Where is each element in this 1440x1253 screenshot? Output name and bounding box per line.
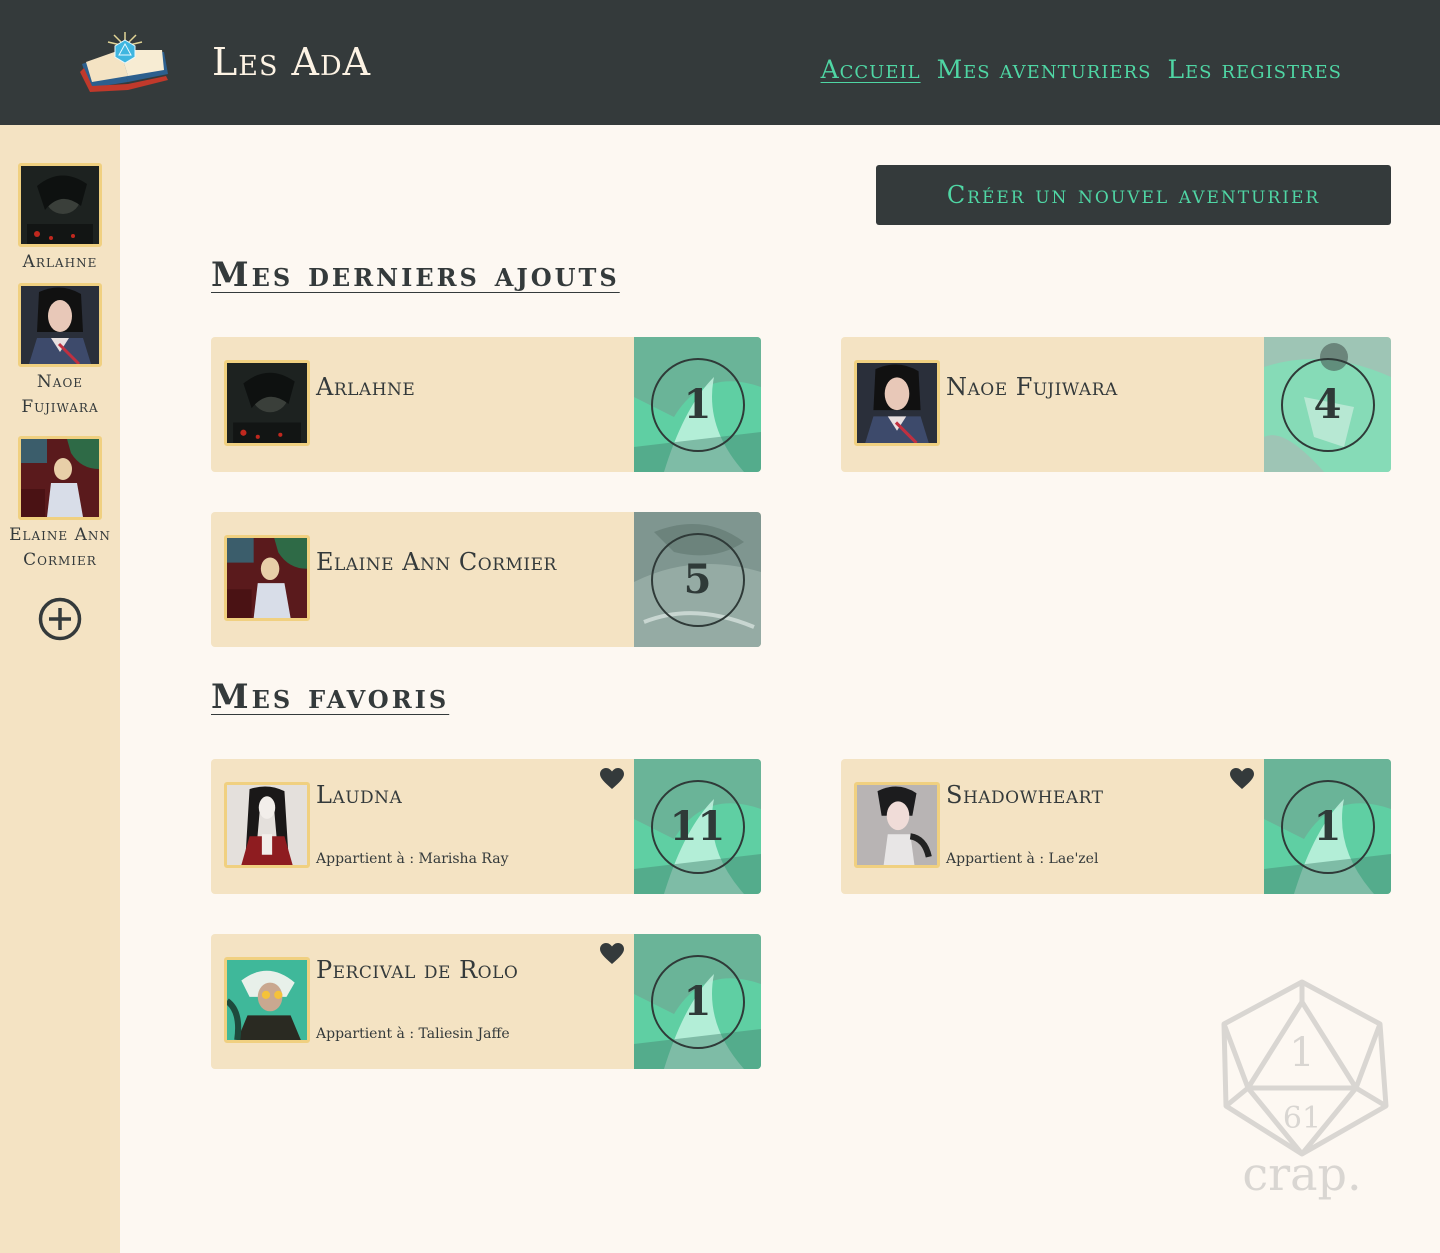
d20-dice-icon: 1 61 crap. [1221, 979, 1389, 1201]
favorites-section-title: Mes favoris [211, 677, 450, 717]
open-book-d20-logo-icon[interactable] [78, 30, 172, 92]
level-number: 4 [1313, 381, 1342, 428]
nav-les-registres[interactable]: Les registres [1167, 55, 1342, 84]
avatar [854, 782, 940, 868]
sidebar-item-naoe-fujiwara[interactable]: Naoe Fujiwara [0, 283, 120, 420]
svg-text:1: 1 [1289, 1030, 1314, 1076]
character-name: Percival de Rolo [316, 956, 519, 984]
sidebar-item-arlahne[interactable]: Arlahne [0, 163, 120, 275]
recent-section-title: Mes derniers ajouts [211, 255, 620, 295]
main-nav: Accueil Mes aventuriers Les registres [821, 55, 1342, 84]
add-character-plus-icon[interactable] [38, 597, 82, 641]
avatar[interactable] [18, 163, 102, 247]
level-number: 1 [683, 381, 712, 428]
character-name: Laudna [316, 781, 403, 809]
owner-label: Appartient à : Taliesin Jaffe [316, 1026, 510, 1042]
level-badge: 1 [1264, 759, 1391, 894]
sidebar-item-label: Elaine Ann Cormier [9, 525, 111, 570]
favorite-heart-icon[interactable] [600, 943, 624, 965]
avatar[interactable] [18, 283, 102, 367]
level-number: 1 [683, 978, 712, 1025]
watermark-text: crap. [1242, 1147, 1361, 1201]
avatar [224, 360, 310, 446]
level-badge: 1 [634, 337, 761, 472]
watermark: 1 61 crap. [1220, 978, 1390, 1208]
level-number: 5 [683, 556, 712, 603]
app-title[interactable]: Les AdA [212, 40, 371, 84]
level-badge: 5 [634, 512, 761, 647]
character-name: Naoe Fujiwara [946, 373, 1118, 401]
sidebar-item-label: Arlahne [22, 252, 98, 272]
character-card-arlahne[interactable]: Arlahne 1 [211, 337, 761, 472]
svg-text:61: 61 [1283, 1101, 1321, 1136]
character-card-elaine-ann-cormier[interactable]: Elaine Ann Cormier 5 [211, 512, 761, 647]
avatar [224, 957, 310, 1043]
level-badge: 11 [634, 759, 761, 894]
character-name: Shadowheart [946, 781, 1104, 809]
level-badge: 1 [634, 934, 761, 1069]
favorite-card-percival-de-rolo[interactable]: Percival de Rolo Appartient à : Taliesin… [211, 934, 761, 1069]
favorite-card-shadowheart[interactable]: Shadowheart Appartient à : Lae'zel 1 [841, 759, 1391, 894]
create-adventurer-button[interactable]: Créer un nouvel aventurier [876, 165, 1391, 225]
character-card-naoe-fujiwara[interactable]: Naoe Fujiwara 4 [841, 337, 1391, 472]
nav-accueil[interactable]: Accueil [821, 55, 921, 84]
sidebar-item-elaine-ann-cormier[interactable]: Elaine Ann Cormier [0, 436, 120, 573]
avatar [224, 782, 310, 868]
character-name: Elaine Ann Cormier [316, 548, 557, 576]
avatar [854, 360, 940, 446]
sidebar-item-label: Naoe Fujiwara [21, 372, 99, 417]
level-number: 11 [669, 803, 726, 850]
level-badge: 4 [1264, 337, 1391, 472]
avatar[interactable] [18, 436, 102, 520]
owner-label: Appartient à : Lae'zel [946, 851, 1099, 867]
level-number: 1 [1313, 803, 1342, 850]
favorite-heart-icon[interactable] [1230, 768, 1254, 790]
avatar [224, 535, 310, 621]
top-header: Les AdA Accueil Mes aventuriers Les regi… [0, 0, 1440, 125]
nav-mes-aventuriers[interactable]: Mes aventuriers [937, 55, 1152, 84]
owner-label: Appartient à : Marisha Ray [316, 851, 509, 867]
character-sidebar: Arlahne Naoe Fujiwara Elaine Ann Cormier [0, 125, 120, 1253]
favorite-card-laudna[interactable]: Laudna Appartient à : Marisha Ray 11 [211, 759, 761, 894]
character-name: Arlahne [316, 373, 416, 401]
favorite-heart-icon[interactable] [600, 768, 624, 790]
